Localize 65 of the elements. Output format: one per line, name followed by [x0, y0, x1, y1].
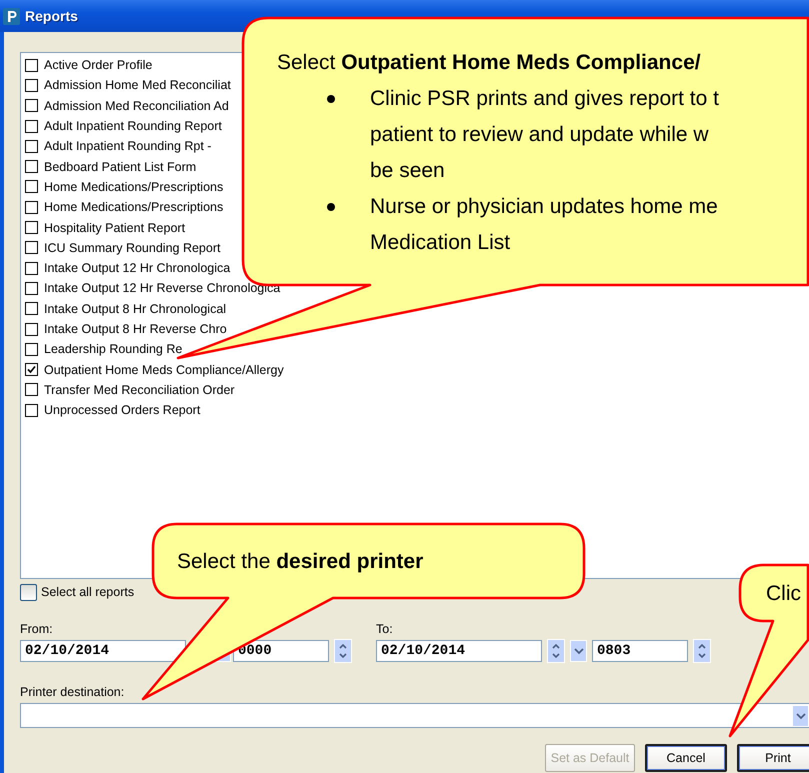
select-all-label[interactable]: Select all reports [41, 585, 134, 599]
checkbox[interactable] [25, 363, 38, 376]
report-label[interactable]: Bedboard Patient List Form [44, 160, 196, 174]
report-label[interactable]: Transfer Med Reconciliation Order [44, 382, 235, 397]
app-logo-icon [3, 8, 20, 24]
report-label[interactable]: ICU Summary Rounding Report [44, 240, 220, 255]
report-label[interactable]: Admission Home Med Reconciliat [44, 78, 231, 92]
report-label[interactable]: Intake Output 12 Hr Reverse Chronologica [44, 281, 280, 296]
callout-text: Select Outpatient Home Meds Compliance/ [277, 50, 702, 76]
checkbox[interactable] [25, 140, 38, 153]
spinner-button[interactable] [547, 639, 565, 663]
checkbox[interactable] [25, 58, 38, 72]
spinner-button[interactable] [334, 639, 352, 663]
report-label[interactable]: Active Order Profile [44, 58, 152, 72]
printer-label: Printer destination: [20, 685, 126, 699]
date-field[interactable]: 02/10/2014 [20, 640, 186, 662]
checkbox[interactable] [25, 78, 38, 92]
callout-text: Select the desired printer [177, 549, 424, 575]
check-icon [27, 365, 36, 374]
checkbox[interactable] [25, 282, 38, 295]
callout-text: Clic [766, 581, 801, 607]
callout-text: Nurse or physician updates home me Medication List [370, 194, 718, 256]
date-label: From: [20, 622, 54, 636]
report-label[interactable]: Hospitality Patient Report [44, 220, 186, 235]
printer-dropdown[interactable] [20, 703, 809, 728]
report-label[interactable]: Adult Inpatient Rounding Rpt - [44, 139, 212, 154]
report-label[interactable]: Leadership Rounding Re [44, 342, 182, 356]
report-label[interactable]: Outpatient Home Meds Compliance/Allergy [44, 362, 284, 377]
checkbox[interactable] [25, 180, 38, 194]
checkbox[interactable] [25, 99, 38, 112]
report-label[interactable]: Admission Med Reconciliation Ad [44, 98, 229, 113]
spinner-button[interactable] [693, 639, 711, 663]
report-label[interactable]: Adult Inpatient Rounding Report [44, 119, 222, 134]
checkbox[interactable] [25, 241, 38, 254]
up-down-arrows-icon [697, 642, 707, 660]
time-field[interactable]: 0803 [592, 640, 688, 662]
checkbox[interactable] [25, 120, 38, 133]
window-title: Reports [25, 8, 78, 24]
dropdown-button[interactable] [792, 704, 809, 726]
checkbox[interactable] [20, 584, 37, 600]
dialog-button[interactable]: Cancel [645, 744, 727, 772]
checkbox[interactable] [25, 383, 38, 396]
callout-text: Clinic PSR prints and gives report to t patient to review and update while w be seen [370, 86, 719, 184]
checkbox[interactable] [25, 302, 38, 316]
checkbox[interactable] [25, 221, 38, 234]
up-down-arrows-icon [338, 642, 348, 660]
report-label[interactable]: Intake Output 8 Hr Reverse Chro [44, 322, 227, 336]
report-label[interactable]: Home Medications/Prescriptions [44, 180, 224, 194]
date-field[interactable]: 02/10/2014 [376, 640, 542, 662]
date-label: To: [376, 622, 394, 636]
checkbox[interactable] [25, 342, 38, 356]
report-label[interactable]: Unprocessed Orders Report [44, 403, 200, 418]
up-down-arrows-icon [551, 642, 561, 660]
checkbox[interactable] [25, 160, 38, 174]
chevron-down-icon [574, 647, 584, 655]
report-label[interactable]: Home Medications/Prescriptions [44, 200, 224, 214]
time-dropdown-button[interactable] [570, 640, 587, 662]
checkbox[interactable] [25, 322, 38, 336]
report-label[interactable]: Intake Output 12 Hr Chronologica [44, 261, 230, 276]
chevron-down-icon [796, 712, 806, 720]
dialog-button[interactable]: Print [737, 744, 809, 772]
report-label[interactable]: Intake Output 8 Hr Chronological [44, 302, 226, 316]
checkbox[interactable] [25, 200, 38, 214]
checkbox[interactable] [25, 404, 38, 417]
checkbox[interactable] [25, 262, 38, 275]
